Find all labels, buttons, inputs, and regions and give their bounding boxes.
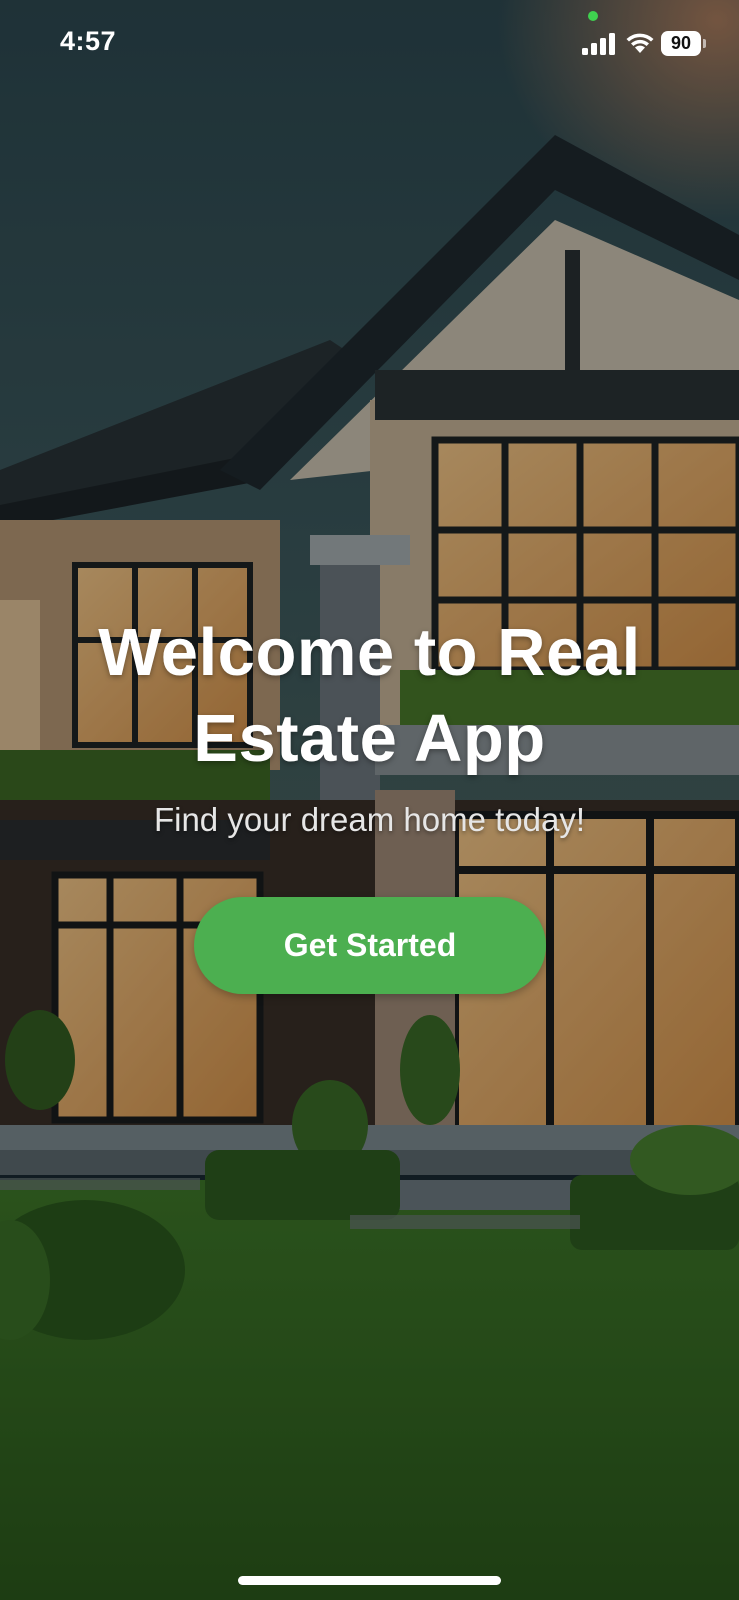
battery-tip bbox=[703, 39, 706, 48]
cellular-signal-icon bbox=[582, 33, 615, 55]
get-started-button[interactable]: Get Started bbox=[194, 897, 546, 994]
welcome-title-line-2: Estate App bbox=[193, 701, 546, 776]
welcome-title: Welcome to Real Estate App bbox=[0, 610, 739, 782]
home-indicator[interactable] bbox=[238, 1576, 501, 1585]
wifi-icon bbox=[626, 33, 654, 53]
camera-indicator-dot bbox=[588, 11, 598, 21]
status-time: 4:57 bbox=[60, 26, 117, 56]
welcome-title-line-1: Welcome to Real bbox=[98, 615, 641, 690]
status-bar: 4:57 90 bbox=[0, 0, 739, 90]
welcome-subtitle: Find your dream home today! bbox=[153, 801, 586, 838]
battery-level: 90 bbox=[661, 31, 701, 56]
battery-indicator: 90 bbox=[661, 31, 707, 56]
welcome-screen: 4:57 90 Welcome to Real Estate App Find … bbox=[0, 0, 739, 1600]
